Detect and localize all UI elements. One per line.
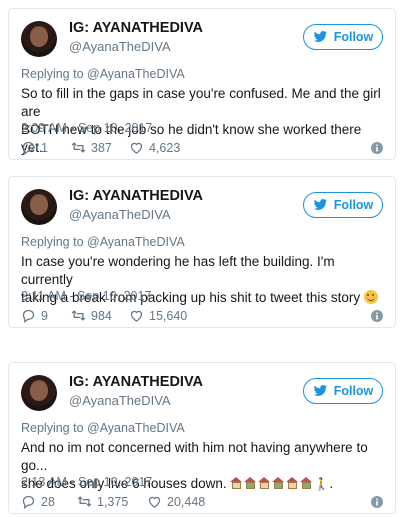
replying-to[interactable]: Replying to @AyanaTheDIVA	[21, 235, 185, 249]
follow-label: Follow	[333, 198, 374, 212]
tweet-card-3[interactable]: IG: AYANATHEDIVA @AyanaTheDIVA Follow Re…	[8, 362, 396, 514]
bird-icon	[313, 199, 327, 211]
like-button[interactable]: 15,640	[129, 308, 187, 323]
retweet-count: 387	[91, 140, 112, 155]
user-handle[interactable]: @AyanaTheDIVA	[69, 207, 171, 222]
reply-count: 28	[41, 494, 55, 509]
reply-icon	[22, 141, 35, 155]
house-emoji	[258, 477, 271, 489]
display-name[interactable]: IG: AYANATHEDIVA	[69, 188, 203, 204]
user-handle[interactable]: @AyanaTheDIVA	[69, 393, 171, 408]
follow-label: Follow	[333, 30, 374, 44]
retweet-icon	[77, 496, 92, 507]
reply-button[interactable]: 1	[21, 140, 48, 155]
user-handle[interactable]: @AyanaTheDIVA	[69, 39, 171, 54]
like-count: 20,448	[167, 494, 206, 509]
reply-icon	[22, 309, 35, 323]
retweet-button[interactable]: 387	[71, 140, 112, 155]
info-icon[interactable]	[371, 142, 383, 154]
reply-button[interactable]: 28	[21, 494, 55, 509]
house-emoji	[286, 477, 299, 489]
heart-icon	[130, 142, 143, 154]
action-bar: 9 984 15,640	[21, 308, 383, 326]
house-emoji	[272, 477, 285, 489]
tweet-text-line: In case you're wondering he has left the…	[21, 254, 335, 287]
walking-person-emoji: 🚶	[314, 477, 330, 491]
tweet-card-1[interactable]: IG: AYANATHEDIVA @AyanaTheDIVA Follow Re…	[8, 8, 396, 160]
like-count: 15,640	[149, 308, 188, 323]
like-button[interactable]: 20,448	[147, 494, 205, 509]
follow-button[interactable]: Follow	[303, 192, 383, 218]
follow-button[interactable]: Follow	[303, 24, 383, 50]
tweet-text-line: And no im not concerned with him not hav…	[21, 440, 368, 473]
display-name[interactable]: IG: AYANATHEDIVA	[69, 20, 203, 36]
reply-count: 9	[41, 308, 48, 323]
display-name[interactable]: IG: AYANATHEDIVA	[69, 374, 203, 390]
replying-to[interactable]: Replying to @AyanaTheDIVA	[21, 67, 185, 81]
follow-label: Follow	[333, 384, 374, 398]
house-emoji	[230, 477, 243, 489]
retweet-count: 1,375	[97, 494, 129, 509]
replying-to[interactable]: Replying to @AyanaTheDIVA	[21, 421, 185, 435]
like-button[interactable]: 4,623	[129, 140, 180, 155]
avatar[interactable]	[21, 189, 57, 225]
retweet-button[interactable]: 984	[71, 308, 112, 323]
timestamp[interactable]: 2:11 AM - Sep 10, 2017	[21, 289, 151, 303]
avatar[interactable]	[21, 375, 57, 411]
info-icon[interactable]	[371, 310, 383, 322]
like-count: 4,623	[149, 140, 181, 155]
tweet-card-2[interactable]: IG: AYANATHEDIVA @AyanaTheDIVA Follow Re…	[8, 176, 396, 328]
tweet-header: IG: AYANATHEDIVA @AyanaTheDIVA Follow	[21, 19, 383, 59]
reply-icon	[22, 495, 35, 509]
retweet-icon	[71, 310, 86, 321]
house-emoji	[300, 477, 313, 489]
bird-icon	[313, 31, 327, 43]
reply-count: 1	[41, 140, 48, 155]
reply-button[interactable]: 9	[21, 308, 48, 323]
bird-icon	[313, 385, 327, 397]
action-bar: 28 1,375 20,448	[21, 494, 383, 512]
retweet-icon	[71, 142, 86, 153]
tweet-header: IG: AYANATHEDIVA @AyanaTheDIVA Follow	[21, 373, 383, 413]
timestamp[interactable]: 2:13 AM - Sep 10, 2017	[21, 475, 152, 489]
tweet-text-segment: .	[329, 476, 334, 491]
smile-emoji	[363, 290, 378, 304]
info-icon[interactable]	[371, 496, 383, 508]
retweet-button[interactable]: 1,375	[77, 494, 128, 509]
follow-button[interactable]: Follow	[303, 378, 383, 404]
tweet-header: IG: AYANATHEDIVA @AyanaTheDIVA Follow	[21, 187, 383, 227]
retweet-count: 984	[91, 308, 112, 323]
avatar[interactable]	[21, 21, 57, 57]
heart-icon	[148, 496, 161, 508]
house-emoji	[244, 477, 257, 489]
action-bar: 1 387 4,623	[21, 140, 383, 158]
tweet-text-line: So to fill in the gaps in case you're co…	[21, 86, 381, 119]
timestamp[interactable]: 2:09 AM - Sep 10, 2017	[21, 121, 152, 135]
heart-icon	[130, 310, 143, 322]
